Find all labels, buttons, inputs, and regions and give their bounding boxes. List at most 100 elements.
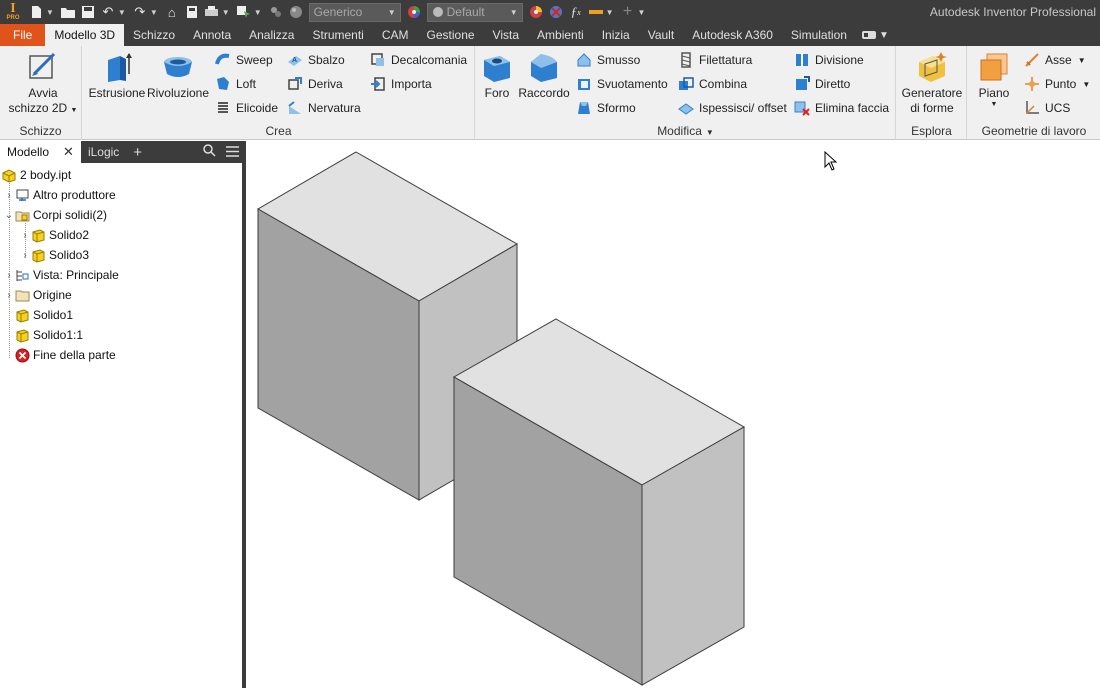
close-icon[interactable]: ✕ <box>63 144 74 160</box>
appearance-wheel-icon[interactable] <box>406 2 422 22</box>
tab-inizia[interactable]: Inizia <box>593 24 639 46</box>
undo-dropdown-icon[interactable]: ▼ <box>118 8 126 17</box>
chevron-right-icon[interactable]: › <box>3 270 15 281</box>
panel-label-modifica[interactable]: Modifica ▼ <box>476 124 895 138</box>
shell-icon <box>578 79 590 90</box>
tree-node-solido2[interactable]: › Solido2 <box>19 225 89 245</box>
chamfer-button[interactable]: Smusso <box>576 50 640 70</box>
color-override-icon[interactable] <box>268 2 284 22</box>
panel-modifica: Foro Raccordo Smusso Svuotamento Sformo … <box>476 46 896 140</box>
redo-icon[interactable]: ↷ <box>132 2 148 22</box>
update-icon[interactable] <box>184 2 200 22</box>
tree-node-solido3[interactable]: › Solido3 <box>19 245 89 265</box>
tab-strumenti[interactable]: Strumenti <box>303 24 372 46</box>
appearance-combo[interactable]: Default ▼ <box>426 2 523 22</box>
tree-node-solido1-1[interactable]: Solido1:1 <box>15 325 83 345</box>
select-dropdown-icon[interactable]: ▼ <box>254 8 262 17</box>
tab-vista[interactable]: Vista <box>484 24 528 46</box>
measure-icon[interactable] <box>588 2 604 22</box>
adjust-appearance-icon[interactable] <box>528 2 544 22</box>
select-icon[interactable] <box>236 2 252 22</box>
print-dropdown-icon[interactable]: ▼ <box>222 8 230 17</box>
material-combo[interactable]: Generico ▼ <box>308 2 401 22</box>
derive-icon <box>288 77 302 90</box>
parameters-fx-icon[interactable]: ƒx <box>568 2 584 22</box>
tree-node-altro-produttore[interactable]: › Altro produttore <box>3 185 115 205</box>
work-plane-button[interactable]: Piano ▼ <box>972 50 1016 109</box>
tab-simulation[interactable]: Simulation <box>782 24 856 46</box>
tab-autodesk-a360[interactable]: Autodesk A360 <box>683 24 782 46</box>
tab-vault[interactable]: Vault <box>639 24 683 46</box>
tab-cam[interactable]: CAM <box>373 24 418 46</box>
rib-icon <box>288 101 301 114</box>
extrude-button[interactable]: Estrusione <box>85 50 149 101</box>
redo-dropdown-icon[interactable]: ▼ <box>150 8 158 17</box>
tab-ilogic[interactable]: iLogic <box>81 141 126 163</box>
rib-button[interactable]: Nervatura <box>287 98 361 118</box>
derive-button[interactable]: Deriva <box>287 74 343 94</box>
new-file-icon[interactable] <box>28 2 44 22</box>
work-point-button[interactable]: Punto ▼ <box>1024 74 1090 94</box>
import-button[interactable]: Importa <box>370 74 432 94</box>
tree-root-part[interactable]: 2 body.ipt <box>2 165 71 185</box>
tab-schizzo[interactable]: Schizzo <box>124 24 184 46</box>
ucs-icon <box>1026 101 1039 114</box>
shell-button[interactable]: Svuotamento <box>576 74 668 94</box>
tree-node-origine[interactable]: › Origine <box>3 285 71 305</box>
search-icon[interactable] <box>203 144 216 160</box>
tab-file[interactable]: File <box>0 24 46 46</box>
decal-icon <box>371 53 384 66</box>
delete-face-button[interactable]: Elimina faccia <box>794 98 889 118</box>
add-plus-icon[interactable]: + <box>620 2 636 22</box>
tab-modello[interactable]: Modello ✕ <box>0 141 81 163</box>
tab-modello-3d[interactable]: Modello 3D <box>45 24 125 46</box>
chevron-right-icon[interactable]: › <box>3 290 15 301</box>
hole-button[interactable]: Foro <box>478 50 516 101</box>
solid-body-icon <box>32 248 45 263</box>
start-sketch-button[interactable]: Avvia schizzo 2D ▼ <box>8 50 78 116</box>
measure-dropdown-icon[interactable]: ▼ <box>606 8 614 17</box>
tab-gestione[interactable]: Gestione <box>418 24 484 46</box>
tree-node-fine-della-parte[interactable]: Fine della parte <box>15 345 116 365</box>
combine-button[interactable]: Combina <box>678 74 747 94</box>
chevron-right-icon[interactable]: › <box>3 190 15 201</box>
fillet-button[interactable]: Raccordo <box>516 50 572 101</box>
tree-node-solido1[interactable]: Solido1 <box>15 305 73 325</box>
coil-button[interactable]: Elicoide <box>215 98 278 118</box>
split-button[interactable]: Divisione <box>794 50 864 70</box>
work-axis-button[interactable]: Asse ▼ <box>1024 50 1086 70</box>
direct-edit-button[interactable]: Diretto <box>794 74 850 94</box>
tab-annota[interactable]: Annota <box>184 24 240 46</box>
clear-appearance-icon[interactable] <box>548 2 564 22</box>
chevron-down-icon[interactable]: ⌄ <box>3 210 15 221</box>
revolve-button[interactable]: Rivoluzione <box>145 50 211 101</box>
sweep-button[interactable]: Sweep <box>215 50 273 70</box>
add-tab-button[interactable]: + <box>126 141 149 163</box>
home-icon[interactable]: ⌂ <box>164 2 180 22</box>
solid-body-front[interactable] <box>452 318 746 686</box>
emboss-button[interactable]: A Sbalzo <box>287 50 345 70</box>
open-folder-icon[interactable] <box>60 2 76 22</box>
draft-button[interactable]: Sformo <box>576 98 636 118</box>
chevron-right-icon[interactable]: › <box>19 230 31 241</box>
tab-analizza[interactable]: Analizza <box>240 24 303 46</box>
loft-button[interactable]: Loft <box>215 74 256 94</box>
thicken-offset-button[interactable]: Ispessisci/ offset <box>678 98 787 118</box>
shape-generator-button[interactable]: Generatore di forme <box>899 50 965 116</box>
undo-icon[interactable]: ↶ <box>100 2 116 22</box>
ribbon-options-button[interactable]: ▼ <box>856 24 895 46</box>
graphics-viewport[interactable] <box>246 141 1100 688</box>
save-icon[interactable] <box>80 2 96 22</box>
tree-node-vista-principale[interactable]: › Vista: Principale <box>3 265 119 285</box>
material-sphere-icon[interactable] <box>288 2 304 22</box>
tab-ambienti[interactable]: Ambienti <box>528 24 593 46</box>
decal-button[interactable]: Decalcomania <box>370 50 467 70</box>
menu-icon[interactable] <box>226 145 239 160</box>
customize-dropdown-icon[interactable]: ▼ <box>638 8 646 17</box>
tree-node-corpi-solidi[interactable]: ⌄ Corpi solidi(2) <box>3 205 107 225</box>
new-dropdown-icon[interactable]: ▼ <box>46 8 54 17</box>
thread-button[interactable]: Filettatura <box>678 50 752 70</box>
ucs-button[interactable]: UCS <box>1024 98 1070 118</box>
print-icon[interactable] <box>204 2 220 22</box>
chevron-right-icon[interactable]: › <box>19 250 31 261</box>
